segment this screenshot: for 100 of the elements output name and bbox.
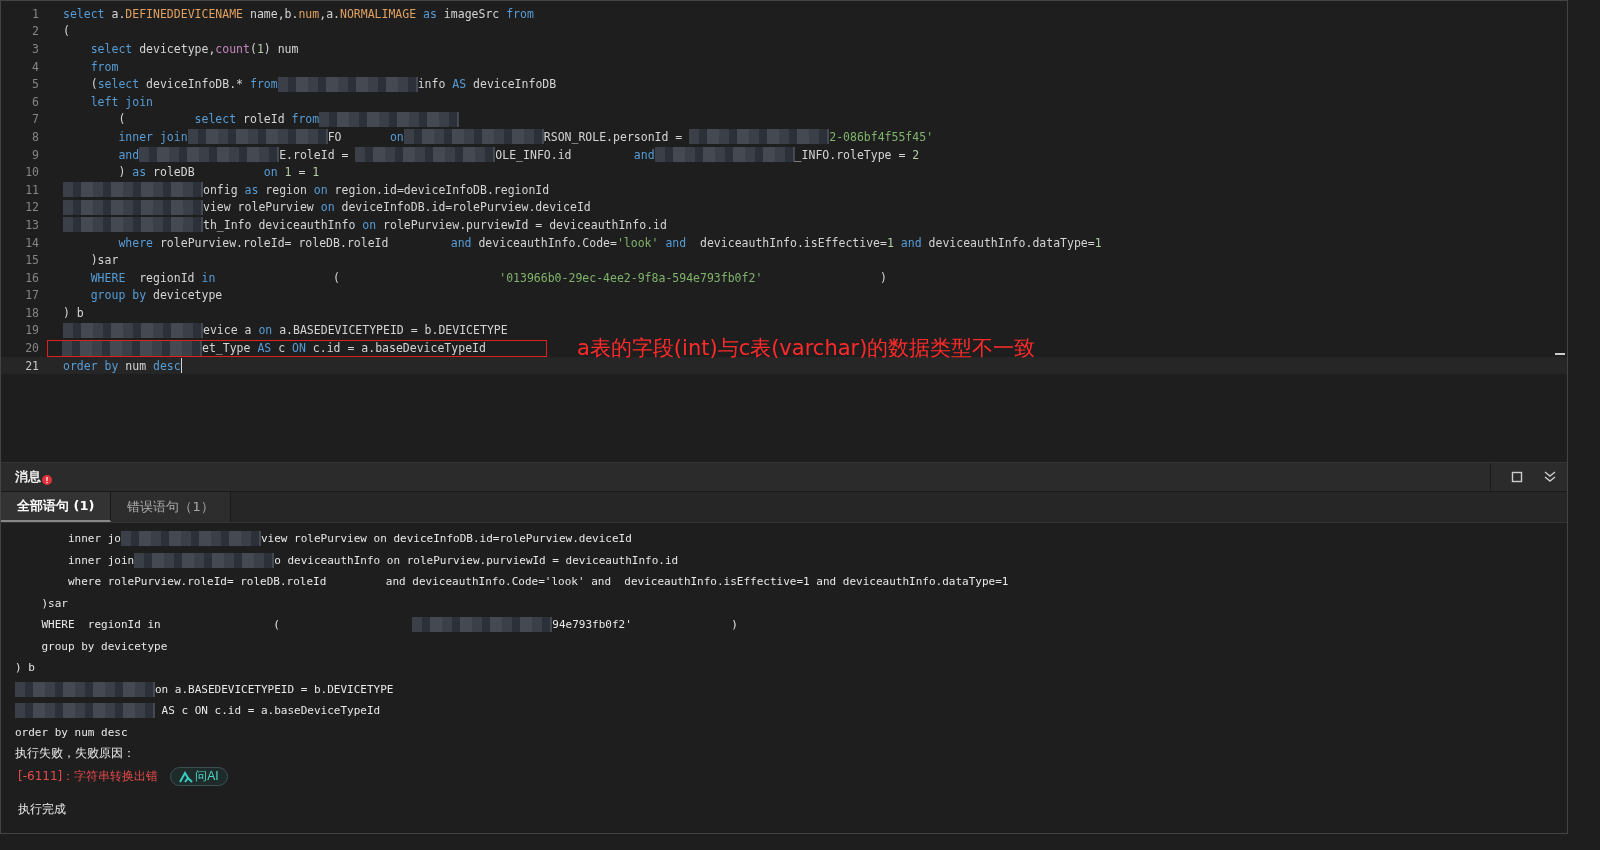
code-text: ) num <box>263 42 299 56</box>
keyword: select <box>89 42 133 56</box>
keyword: AS <box>257 341 272 356</box>
string-literal: '013966b0-29ec-4ee2-9f8a-594e793fb0f2' <box>499 270 763 285</box>
function-name: count <box>215 42 250 56</box>
keyword: from <box>89 59 119 74</box>
keyword: on <box>389 129 404 144</box>
error-message: [-6111]：字符串转换出错 <box>18 768 159 785</box>
keyword: on <box>263 165 278 180</box>
code-text: devicetype <box>152 288 223 303</box>
line-number: 14 <box>24 235 39 250</box>
code-text: evice a <box>203 323 253 338</box>
code-text: region.id=deviceInfoDB.regionId <box>333 182 550 197</box>
log-text: inner join <box>66 553 135 567</box>
line-number: 16 <box>24 270 39 285</box>
code-text: deviceInfoDB <box>472 77 557 92</box>
keyword: from <box>249 77 278 92</box>
column-name: NORMALIMAGE <box>340 6 417 21</box>
line-number: 11 <box>24 182 39 197</box>
code-text: th_Info deviceauthInfo <box>203 217 357 232</box>
line-number: 13 <box>24 217 39 232</box>
number-literal: 1 <box>1094 235 1102 250</box>
code-text: ( <box>63 24 70 39</box>
code-text: deviceauthInfo.dataType= <box>927 235 1095 250</box>
code-text: regionId <box>138 270 196 285</box>
string-literal: 2-086bf4f55f45' <box>829 129 934 144</box>
keyword: WHERE <box>89 270 126 285</box>
keyword: and <box>633 147 655 162</box>
number-literal: 1 <box>256 42 264 56</box>
log-text: view rolePurview on deviceInfoDB.id=rolePurview.deviceId <box>260 532 632 546</box>
code-text: ( <box>332 270 341 285</box>
code-text: ( <box>249 42 257 56</box>
line-number: 3 <box>31 42 39 56</box>
line-number: 17 <box>24 288 39 303</box>
status-text: 执行失败，失败原因： <box>15 745 135 763</box>
code-text: deviceauthInfo.isEffective= <box>699 235 887 250</box>
log-text: 94e793fb0f2' ) <box>552 618 738 632</box>
code-text: name,b. <box>248 6 299 21</box>
log-text: on a.BASEDEVICETYPEID = b.DEVICETYPE <box>155 682 394 696</box>
code-text: FO <box>327 129 343 144</box>
code-text: deviceauthInfo.Code= <box>477 235 617 250</box>
keyword: as <box>244 182 259 197</box>
line-number: 20 <box>24 341 39 356</box>
keyword: on <box>258 323 273 338</box>
code-text: a. <box>110 6 126 21</box>
code-text: ,a. <box>319 6 340 21</box>
code-text: OLE_INFO.id <box>495 147 573 162</box>
ask-ai-button[interactable]: 问AI <box>170 767 228 786</box>
code-text: imageSrc <box>442 6 501 21</box>
code-text: roleId <box>242 112 286 127</box>
line-number: 19 <box>24 323 39 338</box>
line-number: 7 <box>31 112 39 127</box>
line-number: 6 <box>31 94 39 109</box>
code-text: et_Type <box>202 341 252 356</box>
code-text: ) <box>879 270 887 285</box>
panel-title: 消息 <box>15 468 41 486</box>
keyword: desc <box>153 358 181 373</box>
code-text: ( <box>89 77 98 92</box>
log-text: group by devicetype <box>40 639 168 653</box>
line-number: 12 <box>24 200 39 215</box>
keyword: as <box>132 165 147 180</box>
collapse-icon[interactable] <box>1543 471 1557 483</box>
tab[interactable]: 全部语句 (1) <box>1 492 112 522</box>
line-number: 15 <box>24 253 39 268</box>
code-text: devicetype, <box>138 42 216 56</box>
log-text: where rolePurview.roleId= roleDB.roleId and deviceauthInfo.Code='look' and deviceauthInfo.isEffective=1 and deviceauthInfo.dataType=1 <box>66 575 1009 589</box>
scrollbar-marker <box>1555 353 1565 355</box>
code-text: region <box>264 182 308 197</box>
number-literal: 2 <box>912 147 920 162</box>
code-text: ( <box>117 112 127 127</box>
keyword: order by <box>63 358 119 373</box>
line-number: 5 <box>31 77 39 92</box>
keyword: from <box>506 6 534 21</box>
column-name: DEFINEDDEVICENAME <box>125 6 244 21</box>
tab[interactable]: 错误语句（1） <box>111 492 231 522</box>
code-text: info <box>417 77 447 92</box>
code-text: deviceInfoDB.id=rolePurview.deviceId <box>340 200 591 215</box>
number-literal: 1 <box>886 235 894 250</box>
maximize-icon[interactable] <box>1511 471 1523 483</box>
log-text: order by num desc <box>15 725 128 739</box>
keyword: inner join <box>117 129 188 144</box>
keyword: on <box>362 217 377 232</box>
log-text: o deviceauthInfo on rolePurview.purviewId = deviceauthInfo.id <box>274 553 679 567</box>
code-text: rolePurview.purviewId = deviceauthInfo.id <box>382 217 667 232</box>
code-text: rolePurview.roleId= roleDB.roleId <box>158 235 390 250</box>
code-text: E.roleId = <box>279 147 350 162</box>
line-number: 21 <box>24 358 39 373</box>
log-text: ) b <box>15 661 35 675</box>
keyword: and <box>450 235 472 250</box>
keyword: in <box>201 270 216 285</box>
column-name: num <box>298 6 320 21</box>
line-number: 2 <box>31 24 39 39</box>
log-text: WHERE regionId in ( <box>40 618 281 632</box>
code-text: _INFO.roleType = <box>794 147 907 162</box>
number-literal: 1 <box>312 165 320 180</box>
line-number: 4 <box>31 59 39 74</box>
code-text: deviceInfoDB.* <box>145 77 245 92</box>
code-text: roleDB <box>152 165 196 180</box>
line-number: 1 <box>31 6 39 21</box>
keyword: on <box>313 182 328 197</box>
